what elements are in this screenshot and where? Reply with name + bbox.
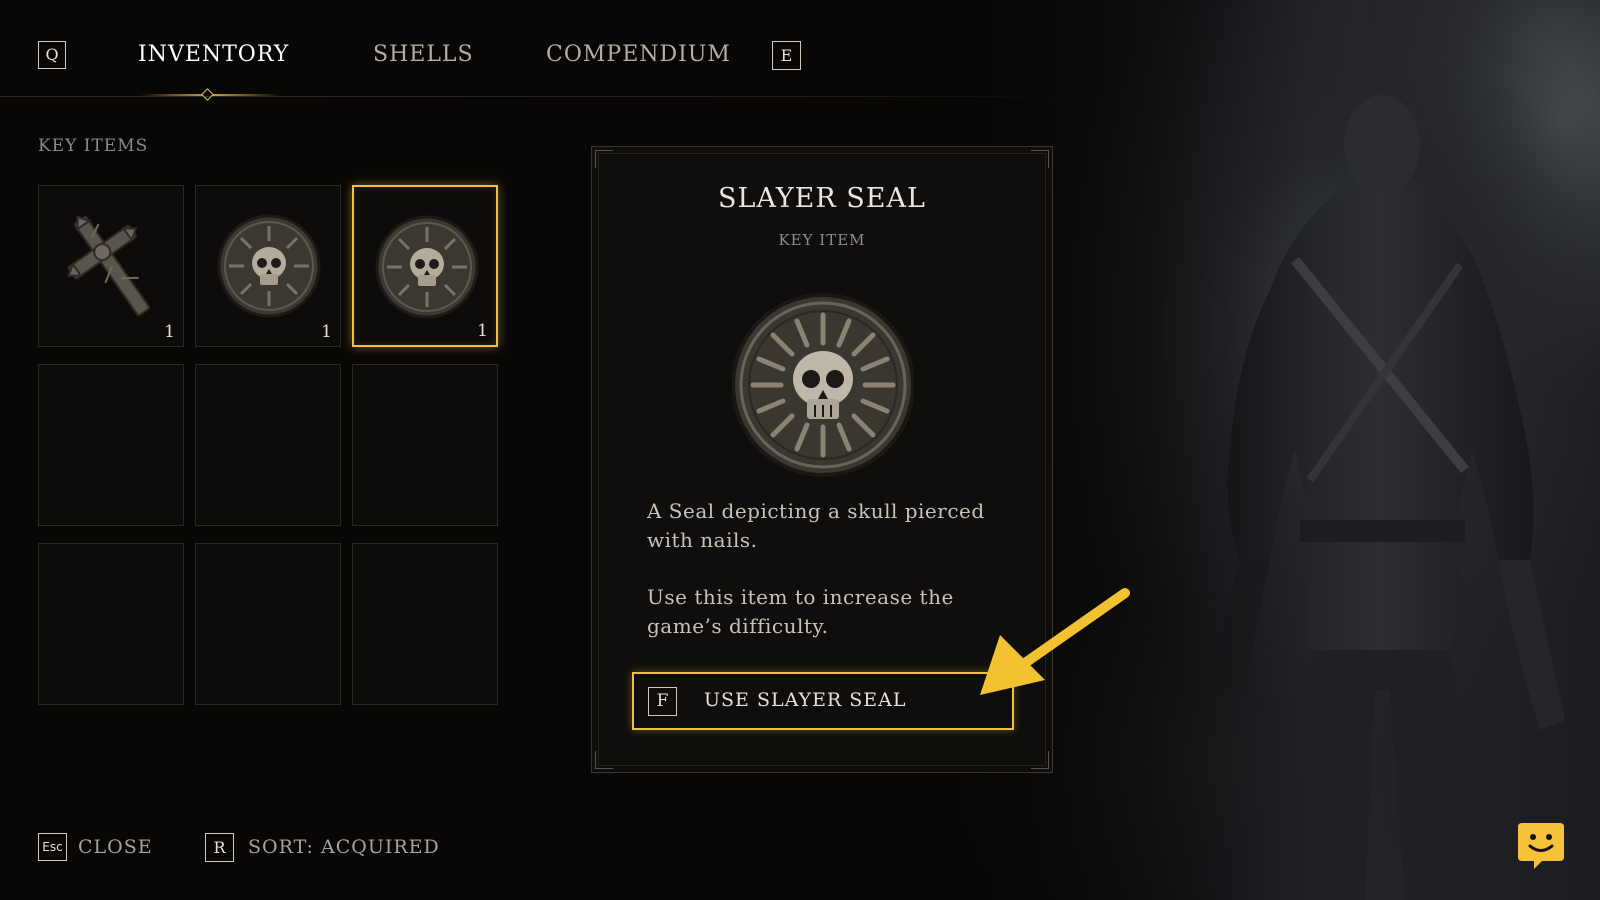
sort-key-hint[interactable]: R [205,833,234,862]
item-slot-7-empty[interactable] [38,543,184,705]
slayer-seal-icon [375,215,479,319]
tab-shells[interactable]: SHELLS [373,42,474,67]
close-label[interactable]: CLOSE [78,836,153,858]
sort-label[interactable]: SORT: ACQUIRED [248,836,440,858]
item-slot-5-empty[interactable] [195,364,341,526]
item-slot-9-empty[interactable] [352,543,498,705]
use-button-label: USE SLAYER SEAL [704,689,907,711]
prev-tab-key[interactable]: Q [38,41,66,69]
item-count: 1 [164,322,175,342]
spiked-cross-icon [67,215,151,317]
slayer-seal-icon [217,214,321,318]
item-slot-8-empty[interactable] [195,543,341,705]
item-count: 1 [477,321,488,341]
item-usage-note: Use this item to increase the game’s dif… [647,585,954,638]
item-title: SLAYER SEAL [718,183,926,214]
item-slot-2[interactable]: 1 [195,185,341,347]
next-tab-key[interactable]: E [772,41,801,70]
tab-bar-divider [0,96,1080,97]
panel-corner-ornament [1031,751,1049,769]
item-slot-6-empty[interactable] [352,364,498,526]
use-slayer-seal-button[interactable]: F USE SLAYER SEAL [632,672,1014,730]
close-key-hint[interactable]: Esc [38,833,67,861]
panel-corner-ornament [595,150,613,168]
item-count: 1 [321,322,332,342]
panel-corner-ornament [1031,150,1049,168]
key-items-label: KEY ITEMS [38,136,149,156]
top-tab-bar: Q INVENTORY SHELLS COMPENDIUM E [0,0,1080,101]
item-slot-3-selected[interactable]: 1 [352,185,498,347]
panel-corner-ornament [595,751,613,769]
item-type: KEY ITEM [778,231,866,249]
item-description: A Seal depicting a skull pierced with na… [647,499,985,552]
item-slot-4-empty[interactable] [38,364,184,526]
tab-inventory[interactable]: INVENTORY [138,42,289,67]
pointer-arrow-icon [980,588,1130,695]
tab-compendium[interactable]: COMPENDIUM [546,42,731,67]
use-key-hint: F [648,687,677,716]
smiley-chat-icon[interactable] [1516,821,1566,871]
item-slot-1[interactable]: 1 [38,185,184,347]
slayer-seal-icon [732,293,914,477]
